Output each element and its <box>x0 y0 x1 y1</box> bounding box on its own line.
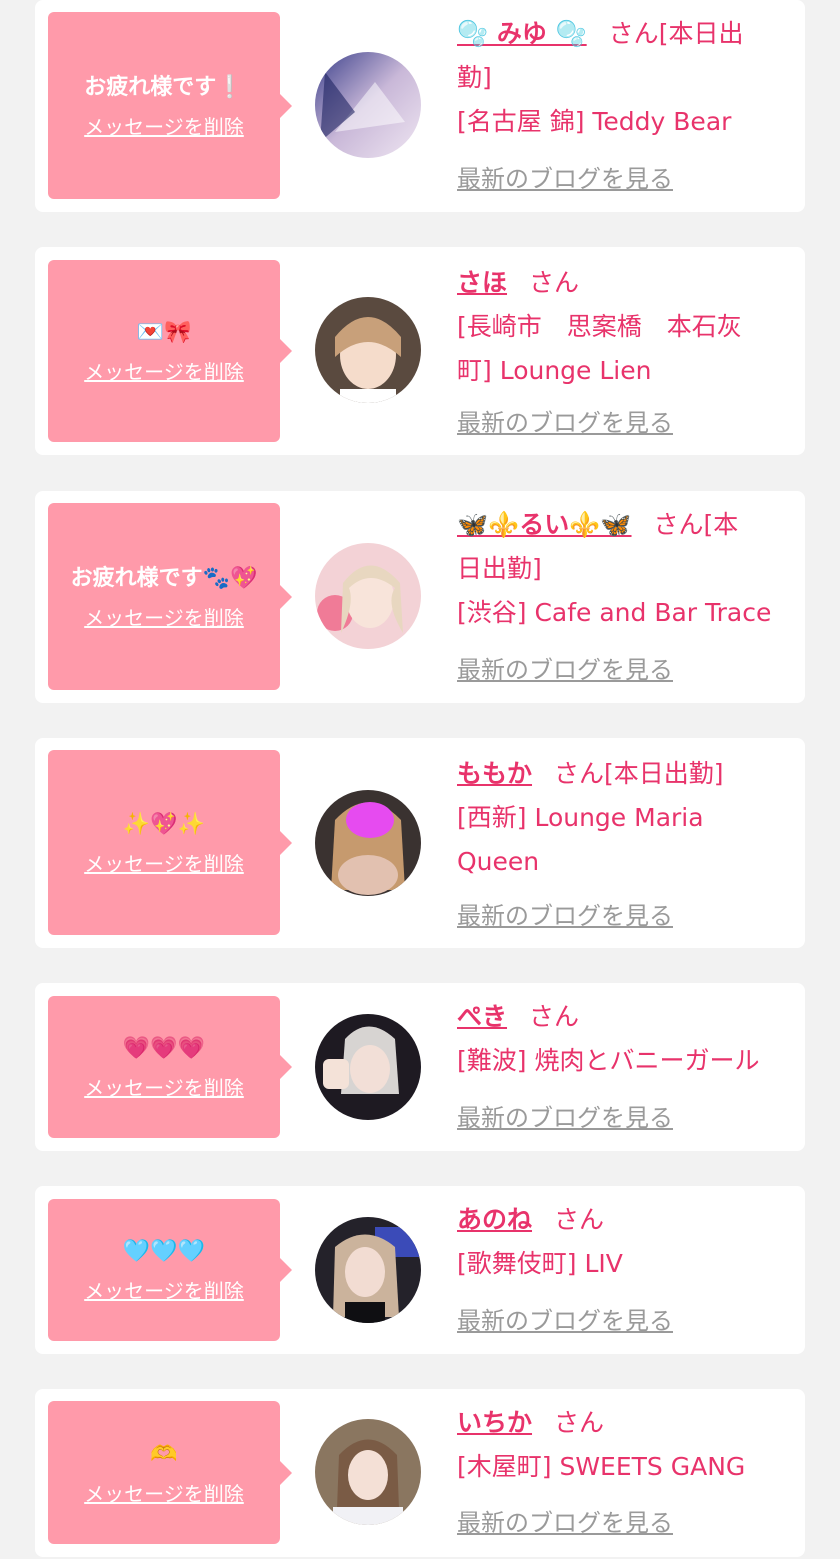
cast-name-link[interactable]: 🦋⚜️るい⚜️🦋 <box>457 510 632 539</box>
attendance-status: [本日出 <box>658 19 744 48</box>
honorific: さん <box>529 268 580 297</box>
delete-message-link[interactable]: メッセージを削除 <box>84 604 244 632</box>
avatar[interactable] <box>315 1014 421 1120</box>
cast-name-link[interactable]: ももか <box>457 759 532 788</box>
honorific: さん <box>554 1408 605 1437</box>
shop-info: [難波] 焼肉とバニーガール <box>457 1046 760 1075</box>
info-line: 勤] <box>457 63 492 92</box>
latest-blog-link[interactable]: 最新のブログを見る <box>457 408 673 438</box>
message-bubble: お疲れ様です❕ メッセージを削除 <box>48 12 292 199</box>
latest-blog-link[interactable]: 最新のブログを見る <box>457 1508 673 1538</box>
avatar[interactable] <box>315 790 421 896</box>
delete-message-link[interactable]: メッセージを削除 <box>84 850 244 878</box>
message-text: 💗💗💗 <box>122 1036 206 1061</box>
message-text: 🩵🩵🩵 <box>122 1239 206 1264</box>
list-item: 🩵🩵🩵 メッセージを削除 あのね さん [歌舞伎町] LIV 最新のブログを見る <box>35 1186 805 1354</box>
cast-name-link[interactable]: ぺき <box>457 1002 507 1031</box>
avatar[interactable] <box>315 297 421 403</box>
cast-info: ぺき さん [難波] 焼肉とバニーガール <box>457 995 797 1083</box>
list-item: 💌🎀 メッセージを削除 さほ さん [長崎市 思案橋 本石灰 町] Lounge … <box>35 247 805 455</box>
cast-info: 🫧 みゆ 🫧 さん[本日出 勤] [名古屋 錦] Teddy Bear <box>457 12 797 144</box>
latest-blog-link[interactable]: 最新のブログを見る <box>457 1306 673 1336</box>
attendance-status: [本 <box>703 510 739 539</box>
message-bubble: お疲れ様です🐾💖 メッセージを削除 <box>48 503 292 690</box>
message-text: お疲れ様です🐾💖 <box>70 565 258 591</box>
delete-message-link[interactable]: メッセージを削除 <box>84 358 244 386</box>
message-text: 💌🎀 <box>136 320 192 345</box>
cast-info: ももか さん[本日出勤] [西新] Lounge Maria Queen <box>457 752 797 884</box>
shop-info: [歌舞伎町] LIV <box>457 1249 623 1278</box>
cast-name-link[interactable]: 🫧 みゆ 🫧 <box>457 19 587 48</box>
shop-info: [名古屋 錦] Teddy Bear <box>457 107 732 136</box>
delete-message-link[interactable]: メッセージを削除 <box>84 1277 244 1305</box>
message-bubble: ✨💖✨ メッセージを削除 <box>48 750 292 935</box>
shop-info: Queen <box>457 847 540 876</box>
shop-info: [西新] Lounge Maria <box>457 803 704 832</box>
message-bubble: 🫶 メッセージを削除 <box>48 1401 292 1544</box>
shop-info: [渋谷] Cafe and Bar Trace <box>457 598 772 627</box>
latest-blog-link[interactable]: 最新のブログを見る <box>457 655 673 685</box>
cast-info: いちか さん [木屋町] SWEETS GANG <box>457 1401 797 1489</box>
avatar[interactable] <box>315 1217 421 1323</box>
cast-info: さほ さん [長崎市 思案橋 本石灰 町] Lounge Lien <box>457 261 797 393</box>
delete-message-link[interactable]: メッセージを削除 <box>84 1480 244 1508</box>
list-item: 💗💗💗 メッセージを削除 ぺき さん [難波] 焼肉とバニーガール 最新のブログを… <box>35 983 805 1151</box>
honorific: さん <box>554 759 605 788</box>
list-item: お疲れ様です🐾💖 メッセージを削除 🦋⚜️るい⚜️🦋 さん[本 日出勤] [渋谷]… <box>35 491 805 703</box>
honorific: さん <box>608 19 659 48</box>
honorific: さん <box>653 510 704 539</box>
list-item: お疲れ様です❕ メッセージを削除 🫧 みゆ 🫧 さん[本日出 勤] [名古屋 錦]… <box>35 0 805 212</box>
cast-info: あのね さん [歌舞伎町] LIV <box>457 1198 797 1286</box>
message-bubble: 🩵🩵🩵 メッセージを削除 <box>48 1199 292 1341</box>
avatar[interactable] <box>315 1419 421 1525</box>
attendance-status: [本日出勤] <box>604 759 724 788</box>
cast-info: 🦋⚜️るい⚜️🦋 さん[本 日出勤] [渋谷] Cafe and Bar Trac… <box>457 503 797 635</box>
latest-blog-link[interactable]: 最新のブログを見る <box>457 164 673 194</box>
message-text: 🫶 <box>150 1441 178 1467</box>
message-list: お疲れ様です❕ メッセージを削除 🫧 みゆ 🫧 さん[本日出 勤] [名古屋 錦]… <box>0 0 840 1559</box>
cast-name-link[interactable]: さほ <box>457 268 507 297</box>
shop-info: [木屋町] SWEETS GANG <box>457 1452 746 1481</box>
avatar[interactable] <box>315 543 421 649</box>
latest-blog-link[interactable]: 最新のブログを見る <box>457 1103 673 1133</box>
info-line: 日出勤] <box>457 554 542 583</box>
delete-message-link[interactable]: メッセージを削除 <box>84 1074 244 1102</box>
latest-blog-link[interactable]: 最新のブログを見る <box>457 901 673 931</box>
cast-name-link[interactable]: あのね <box>457 1205 532 1234</box>
list-item: 🫶 メッセージを削除 いちか さん [木屋町] SWEETS GANG 最新のブロ… <box>35 1389 805 1557</box>
delete-message-link[interactable]: メッセージを削除 <box>84 113 244 141</box>
list-item: ✨💖✨ メッセージを削除 ももか さん[本日出勤] [西新] Lounge Mar… <box>35 738 805 948</box>
cast-name-link[interactable]: いちか <box>457 1408 532 1437</box>
shop-info: 町] Lounge Lien <box>457 356 652 385</box>
honorific: さん <box>529 1002 580 1031</box>
honorific: さん <box>554 1205 605 1234</box>
avatar[interactable] <box>315 52 421 158</box>
message-bubble: 💗💗💗 メッセージを削除 <box>48 996 292 1138</box>
message-text: お疲れ様です❕ <box>84 74 244 100</box>
message-bubble: 💌🎀 メッセージを削除 <box>48 260 292 442</box>
message-text: ✨💖✨ <box>122 811 206 837</box>
shop-info: [長崎市 思案橋 本石灰 <box>457 312 742 341</box>
